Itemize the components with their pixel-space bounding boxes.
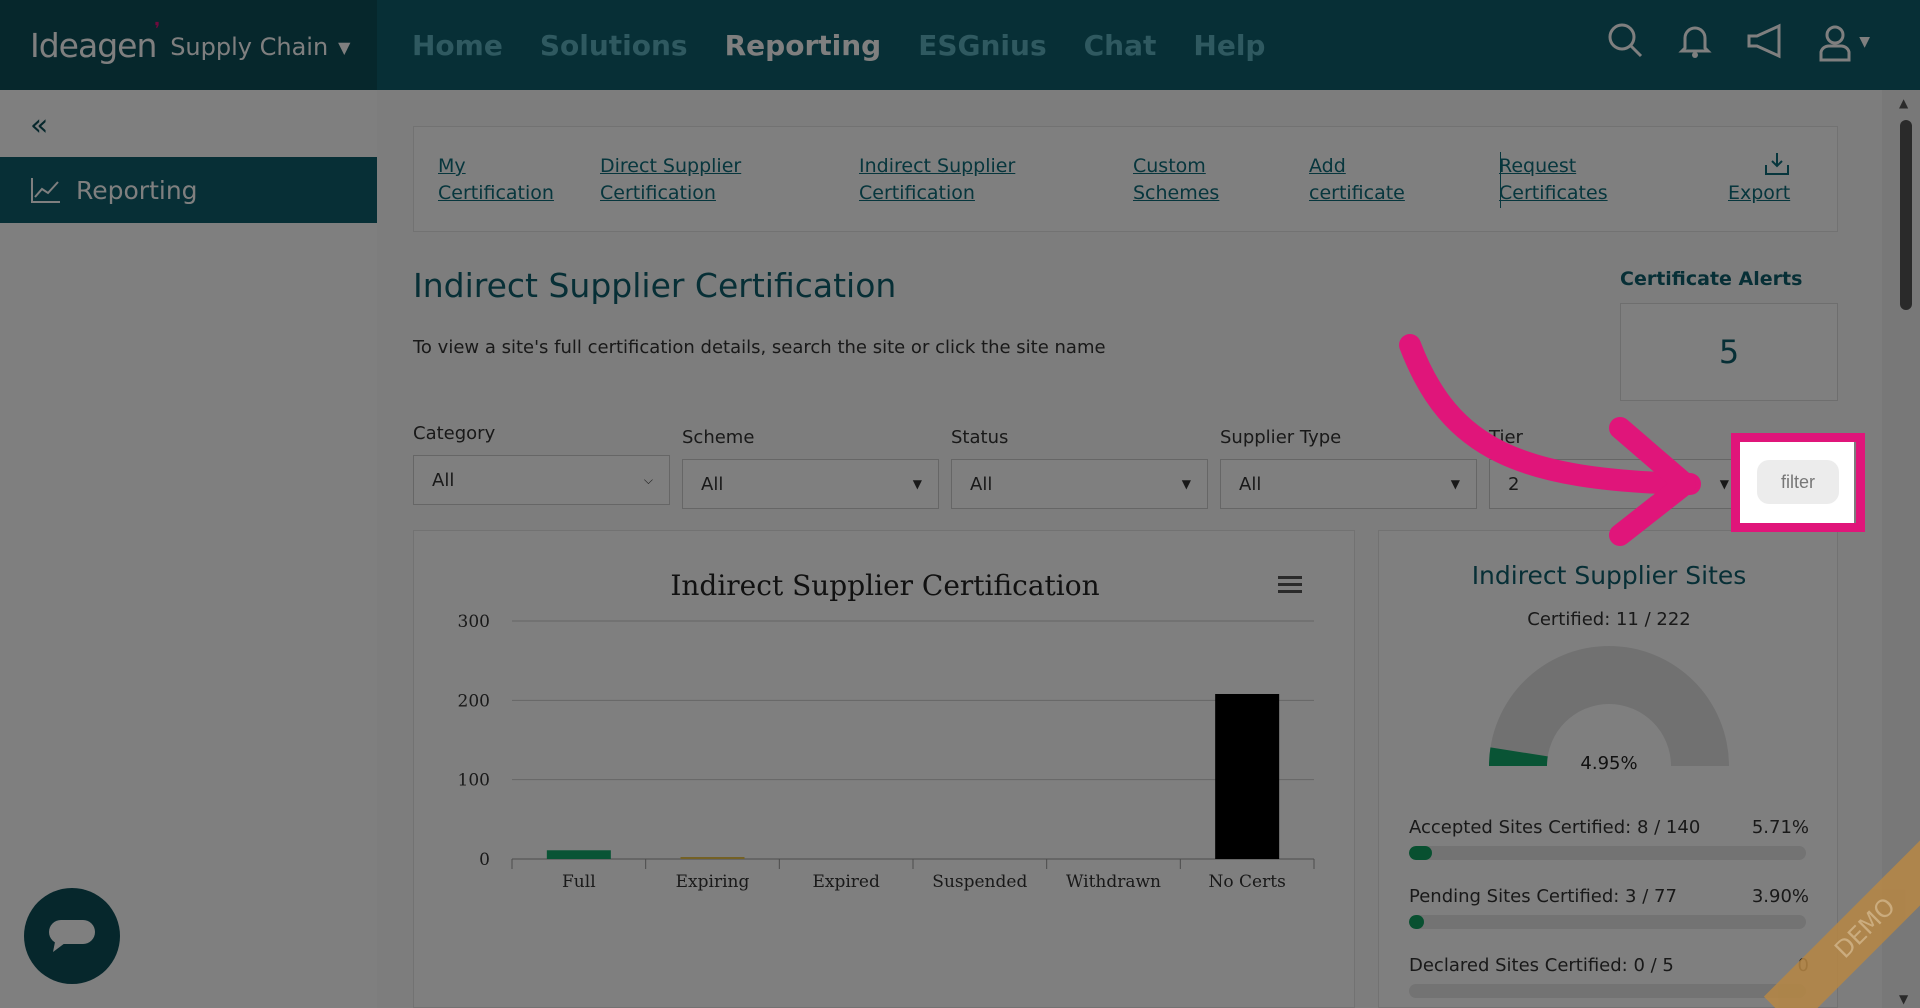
tab-export[interactable]: Export bbox=[1728, 180, 1790, 207]
caret-down-icon: ▼ bbox=[1450, 477, 1460, 491]
tab-direct-supplier-certification[interactable]: Direct Supplier Certification bbox=[600, 153, 741, 207]
tab-my-certification[interactable]: My Certification bbox=[438, 153, 554, 207]
gauge-track bbox=[1489, 646, 1729, 766]
declared-sites-progress bbox=[1409, 984, 1806, 998]
x-tick-label: Withdrawn bbox=[1066, 872, 1161, 892]
header-actions: ▼ bbox=[1605, 20, 1870, 64]
caret-down-icon: ▼ bbox=[1719, 477, 1729, 491]
accepted-sites-pct: 5.71% bbox=[1751, 817, 1809, 838]
sidebar-item-reporting[interactable]: Reporting bbox=[0, 157, 377, 223]
download-icon[interactable] bbox=[1764, 151, 1790, 177]
y-tick-label: 0 bbox=[479, 850, 490, 870]
gauge-value: 4.95% bbox=[1580, 753, 1638, 774]
main-nav: Home Solutions Reporting ESGnius Chat He… bbox=[412, 0, 1265, 90]
collapse-sidebar-icon[interactable]: « bbox=[30, 108, 48, 143]
x-tick-label: Expiring bbox=[676, 872, 750, 892]
sidebar-item-label: Reporting bbox=[76, 175, 198, 205]
certification-chart-card: Indirect Supplier Certification 0 100 200 3… bbox=[413, 530, 1355, 1008]
bell-icon[interactable] bbox=[1675, 20, 1715, 64]
chevron-down-icon: ▼ bbox=[1859, 34, 1870, 50]
scheme-label: Scheme bbox=[682, 427, 755, 448]
top-navigation-bar: Ideagen ❜ Supply Chain ▼ Home Solutions … bbox=[0, 0, 1920, 90]
certificate-alerts-label: Certificate Alerts bbox=[1620, 268, 1803, 290]
caret-down-icon: ▼ bbox=[912, 477, 922, 491]
highlight-frame bbox=[1731, 433, 1865, 532]
search-icon[interactable] bbox=[1605, 20, 1645, 64]
scheme-select[interactable]: All ▼ bbox=[682, 459, 939, 509]
product-name: Supply Chain bbox=[170, 33, 329, 61]
declared-sites-label: Declared Sites Certified: 0 / 5 bbox=[1409, 955, 1674, 976]
bar-full[interactable] bbox=[546, 850, 611, 859]
pending-sites-row: Pending Sites Certified: 3 / 77 3.90% bbox=[1409, 886, 1809, 929]
nav-home[interactable]: Home bbox=[412, 29, 503, 62]
chat-launcher-button[interactable] bbox=[24, 888, 120, 984]
accepted-sites-row: Accepted Sites Certified: 8 / 140 5.71% bbox=[1409, 817, 1809, 860]
user-icon[interactable]: ▼ bbox=[1815, 22, 1870, 62]
chat-icon bbox=[49, 920, 95, 952]
x-tick-label: Expired bbox=[812, 872, 880, 892]
hamburger-menu-icon[interactable] bbox=[1276, 573, 1304, 597]
status-label: Status bbox=[951, 427, 1009, 448]
tier-label: Tier bbox=[1489, 427, 1523, 448]
caret-down-icon: ▼ bbox=[1181, 477, 1191, 491]
page-subtitle: To view a site's full certification deta… bbox=[413, 337, 1106, 358]
scroll-down-icon[interactable]: ▼ bbox=[1899, 992, 1908, 1006]
progress-fill bbox=[1409, 915, 1425, 929]
nav-help[interactable]: Help bbox=[1193, 29, 1265, 62]
x-tick-label: No Certs bbox=[1209, 872, 1286, 892]
megaphone-icon[interactable] bbox=[1745, 20, 1785, 64]
supplier-type-select[interactable]: All ▼ bbox=[1220, 459, 1477, 509]
accepted-sites-progress bbox=[1409, 846, 1806, 860]
y-tick-label: 300 bbox=[458, 612, 490, 632]
category-select[interactable]: All ⌵ bbox=[413, 455, 670, 505]
bar-chart: 0 100 200 300 Full Expiring Expired Suspended Wi… bbox=[458, 612, 1315, 892]
nav-reporting[interactable]: Reporting bbox=[725, 29, 882, 62]
x-tick-label: Full bbox=[562, 872, 596, 892]
progress-fill bbox=[1409, 846, 1432, 860]
y-tick-label: 100 bbox=[458, 771, 490, 791]
pending-sites-label: Pending Sites Certified: 3 / 77 bbox=[1409, 886, 1677, 907]
page-title: Indirect Supplier Certification bbox=[413, 266, 897, 305]
pending-sites-pct: 3.90% bbox=[1751, 886, 1809, 907]
certificate-alerts-count[interactable]: 5 bbox=[1620, 303, 1838, 401]
chart-title: Indirect Supplier Certification bbox=[670, 569, 1100, 602]
sidebar: « Reporting bbox=[0, 90, 377, 1008]
bar-no-certs[interactable] bbox=[1215, 693, 1280, 859]
sites-title: Indirect Supplier Sites bbox=[1471, 561, 1747, 590]
report-tabs: My Certification Direct Supplier Certifica… bbox=[413, 126, 1838, 232]
tier-select[interactable]: 2 ▼ bbox=[1489, 459, 1746, 509]
chevron-down-icon: ⌵ bbox=[643, 472, 653, 487]
brand-logo: Ideagen bbox=[30, 25, 157, 65]
accepted-sites-label: Accepted Sites Certified: 8 / 140 bbox=[1409, 817, 1701, 838]
main-content: My Certification Direct Supplier Certifica… bbox=[377, 90, 1882, 1008]
x-tick-label: Suspended bbox=[932, 872, 1027, 892]
scrollbar-thumb[interactable] bbox=[1900, 120, 1912, 310]
tab-request-certificates[interactable]: Request Certificates bbox=[1499, 153, 1608, 207]
status-select[interactable]: All ▼ bbox=[951, 459, 1208, 509]
tab-add-certificate[interactable]: Add certificate bbox=[1309, 153, 1405, 207]
tab-indirect-supplier-certification[interactable]: Indirect Supplier Certification bbox=[859, 153, 1015, 207]
logo-mark-icon: ❜ bbox=[154, 18, 161, 40]
pending-sites-progress bbox=[1409, 915, 1806, 929]
certification-gauge bbox=[1489, 646, 1729, 766]
nav-esgnius[interactable]: ESGnius bbox=[918, 29, 1046, 62]
supplier-type-label: Supplier Type bbox=[1220, 427, 1342, 448]
scroll-up-icon[interactable]: ▲ bbox=[1899, 96, 1908, 110]
line-chart-icon bbox=[31, 178, 60, 203]
brand-menu[interactable]: Ideagen ❜ Supply Chain ▼ bbox=[0, 0, 377, 90]
tab-custom-schemes[interactable]: Custom Schemes bbox=[1133, 153, 1219, 207]
declared-sites-row: Declared Sites Certified: 0 / 5 0 bbox=[1409, 955, 1809, 998]
y-tick-label: 200 bbox=[458, 691, 490, 711]
supplier-sites-card: Indirect Supplier Sites Certified: 11 / … bbox=[1378, 530, 1838, 1008]
nav-solutions[interactable]: Solutions bbox=[540, 29, 688, 62]
chevron-down-icon: ▼ bbox=[338, 37, 351, 57]
bar-expiring[interactable] bbox=[680, 857, 745, 859]
category-label: Category bbox=[413, 423, 496, 444]
nav-chat[interactable]: Chat bbox=[1084, 29, 1157, 62]
sites-certified-count: Certified: 11 / 222 bbox=[1527, 609, 1691, 630]
